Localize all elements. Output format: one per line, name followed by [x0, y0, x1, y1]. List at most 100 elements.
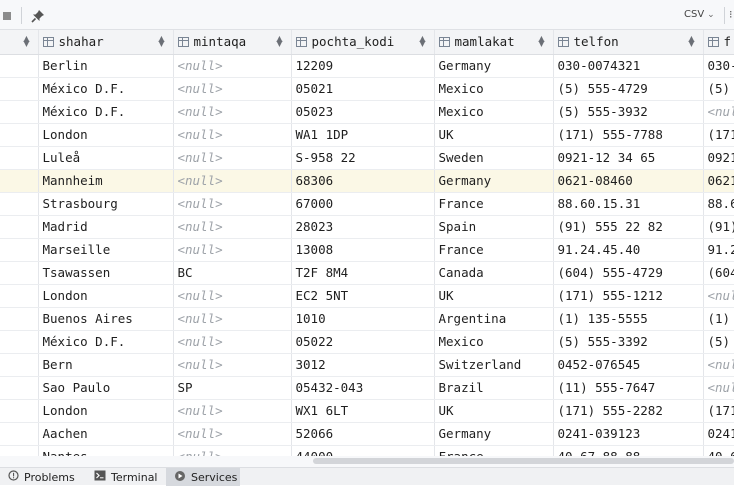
- row-number-cell[interactable]: [0, 445, 39, 456]
- row-number-cell[interactable]: [0, 261, 39, 285]
- cell-telfon[interactable]: (604) 555-4729: [553, 261, 704, 285]
- cell-mintaqa[interactable]: <null>: [173, 192, 292, 216]
- cell-telfon[interactable]: (11) 555-7647: [553, 376, 704, 400]
- cell-shahar[interactable]: Sao Paulo: [38, 376, 174, 400]
- row-number-cell[interactable]: [0, 100, 39, 124]
- cell-mamlakat[interactable]: Spain: [434, 215, 554, 239]
- cell-telfon[interactable]: (171) 555-7788: [553, 123, 704, 147]
- cell-f[interactable]: (5): [703, 330, 734, 354]
- cell-f[interactable]: (1): [703, 307, 734, 331]
- cell-mintaqa[interactable]: <null>: [173, 169, 292, 193]
- cell-f[interactable]: (5): [703, 77, 734, 101]
- cell-shahar[interactable]: Bern: [38, 353, 174, 377]
- cell-pochta_kodi[interactable]: 44000: [291, 445, 435, 456]
- cell-pochta_kodi[interactable]: T2F 8M4: [291, 261, 435, 285]
- export-format-dropdown[interactable]: CSV ⌄: [684, 9, 715, 20]
- table-row[interactable]: Luleå <null> S-958 22 Sweden 0921-12 34 65 09…: [0, 146, 734, 170]
- cell-f[interactable]: (604: [703, 261, 734, 285]
- row-number-cell[interactable]: [0, 284, 39, 308]
- cell-pochta_kodi[interactable]: 05021: [291, 77, 435, 101]
- tab-problems[interactable]: Problems: [0, 468, 78, 486]
- tab-services[interactable]: Services: [166, 468, 240, 486]
- row-number-cell[interactable]: [0, 330, 39, 354]
- cell-mintaqa[interactable]: <null>: [173, 399, 292, 423]
- column-header-shahar[interactable]: shahar ▲ ▼: [38, 30, 174, 55]
- cell-mamlakat[interactable]: Germany: [434, 54, 554, 78]
- cell-pochta_kodi[interactable]: 67000: [291, 192, 435, 216]
- cell-telfon[interactable]: 40.67.88.88: [553, 445, 704, 456]
- cell-mintaqa[interactable]: <null>: [173, 307, 292, 331]
- cell-mintaqa[interactable]: <null>: [173, 54, 292, 78]
- cell-mamlakat[interactable]: Argentina: [434, 307, 554, 331]
- cell-mamlakat[interactable]: Switzerland: [434, 353, 554, 377]
- table-row[interactable]: London<null>WA1 1DPUK(171) 555-7788(171: [0, 123, 734, 147]
- cell-pochta_kodi[interactable]: 05023: [291, 100, 435, 124]
- table-row[interactable]: Nantes<null>44000France40.67.88.8840.6: [0, 445, 734, 456]
- row-number-cell[interactable]: [0, 307, 39, 331]
- cell-telfon[interactable]: 88.60.15.31: [553, 192, 704, 216]
- cell-mamlakat[interactable]: France: [434, 238, 554, 262]
- cell-pochta_kodi[interactable]: 05022: [291, 330, 435, 354]
- row-number-cell[interactable]: [0, 353, 39, 377]
- cell-mamlakat[interactable]: Canada: [434, 261, 554, 285]
- table-row[interactable]: Mannheim<null>68306Germany0621-084600621: [0, 169, 734, 193]
- cell-shahar[interactable]: London: [38, 399, 174, 423]
- cell-shahar[interactable]: Marseille: [38, 238, 174, 262]
- cell-pochta_kodi[interactable]: 13008: [291, 238, 435, 262]
- cell-shahar[interactable]: Strasbourg: [38, 192, 174, 216]
- cell-f[interactable]: 91.2: [703, 238, 734, 262]
- table-row[interactable]: Buenos Aires <null> 1010 Argentina (1) 135-5…: [0, 307, 734, 331]
- column-header-mintaqa[interactable]: mintaqa ▲ ▼: [173, 30, 292, 55]
- cell-shahar[interactable]: Mannheim: [38, 169, 174, 193]
- cell-telfon[interactable]: (5) 555-3932: [553, 100, 704, 124]
- row-number-cell[interactable]: [0, 376, 39, 400]
- cell-mintaqa[interactable]: <null>: [173, 284, 292, 308]
- cell-shahar[interactable]: Aachen: [38, 422, 174, 446]
- cell-f[interactable]: <null>: [703, 353, 734, 377]
- cell-mamlakat[interactable]: France: [434, 445, 554, 456]
- cell-mamlakat[interactable]: Mexico: [434, 100, 554, 124]
- cell-f[interactable]: 0241: [703, 422, 734, 446]
- cell-mintaqa[interactable]: <null>: [173, 100, 292, 124]
- row-number-cell[interactable]: [0, 238, 39, 262]
- table-row[interactable]: Aachen<null>52066Germany0241-0391230241: [0, 422, 734, 446]
- cell-telfon[interactable]: 0621-08460: [553, 169, 704, 193]
- cell-mamlakat[interactable]: Sweden: [434, 146, 554, 170]
- cell-mintaqa[interactable]: SP: [173, 376, 292, 400]
- table-row[interactable]: London<null>WX1 6LTUK(171) 555-2282(171: [0, 399, 734, 423]
- cell-shahar[interactable]: London: [38, 284, 174, 308]
- column-header-mamlakat[interactable]: mamlakat ▲ ▼: [434, 30, 554, 55]
- cell-telfon[interactable]: (5) 555-3392: [553, 330, 704, 354]
- cell-pochta_kodi[interactable]: 28023: [291, 215, 435, 239]
- cell-f[interactable]: <null>: [703, 100, 734, 124]
- cell-pochta_kodi[interactable]: 1010: [291, 307, 435, 331]
- table-row[interactable]: Berlin<null>12209Germany030-0074321030-: [0, 54, 734, 78]
- sort-icon[interactable]: ▲ ▼: [419, 35, 425, 48]
- cell-mamlakat[interactable]: Brazil: [434, 376, 554, 400]
- horizontal-scrollbar[interactable]: [0, 456, 734, 467]
- cell-telfon[interactable]: 91.24.45.40: [553, 238, 704, 262]
- row-number-cell[interactable]: [0, 422, 39, 446]
- cell-mamlakat[interactable]: Mexico: [434, 330, 554, 354]
- cell-f[interactable]: (171: [703, 123, 734, 147]
- cell-f[interactable]: 0921: [703, 146, 734, 170]
- row-number-cell[interactable]: [0, 146, 39, 170]
- cell-shahar[interactable]: Tsawassen: [38, 261, 174, 285]
- cell-pochta_kodi[interactable]: 12209: [291, 54, 435, 78]
- cell-f[interactable]: 0621: [703, 169, 734, 193]
- cell-mamlakat[interactable]: Mexico: [434, 77, 554, 101]
- column-header-pochta_kodi[interactable]: pochta_kodi ▲ ▼: [291, 30, 435, 55]
- table-row[interactable]: Madrid<null>28023Spain(91) 555 22 82(91): [0, 215, 734, 239]
- cell-f[interactable]: <null>: [703, 376, 734, 400]
- cell-f[interactable]: 40.6: [703, 445, 734, 456]
- column-header-telfon[interactable]: telfon ▲ ▼: [553, 30, 704, 55]
- cell-mintaqa[interactable]: <null>: [173, 330, 292, 354]
- cell-mamlakat[interactable]: Germany: [434, 422, 554, 446]
- cell-telfon[interactable]: (171) 555-2282: [553, 399, 704, 423]
- cell-telfon[interactable]: (1) 135-5555: [553, 307, 704, 331]
- cell-telfon[interactable]: 0452-076545: [553, 353, 704, 377]
- cell-pochta_kodi[interactable]: 52066: [291, 422, 435, 446]
- cell-f[interactable]: (91): [703, 215, 734, 239]
- cell-shahar[interactable]: México D.F.: [38, 330, 174, 354]
- cell-shahar[interactable]: Luleå: [38, 146, 174, 170]
